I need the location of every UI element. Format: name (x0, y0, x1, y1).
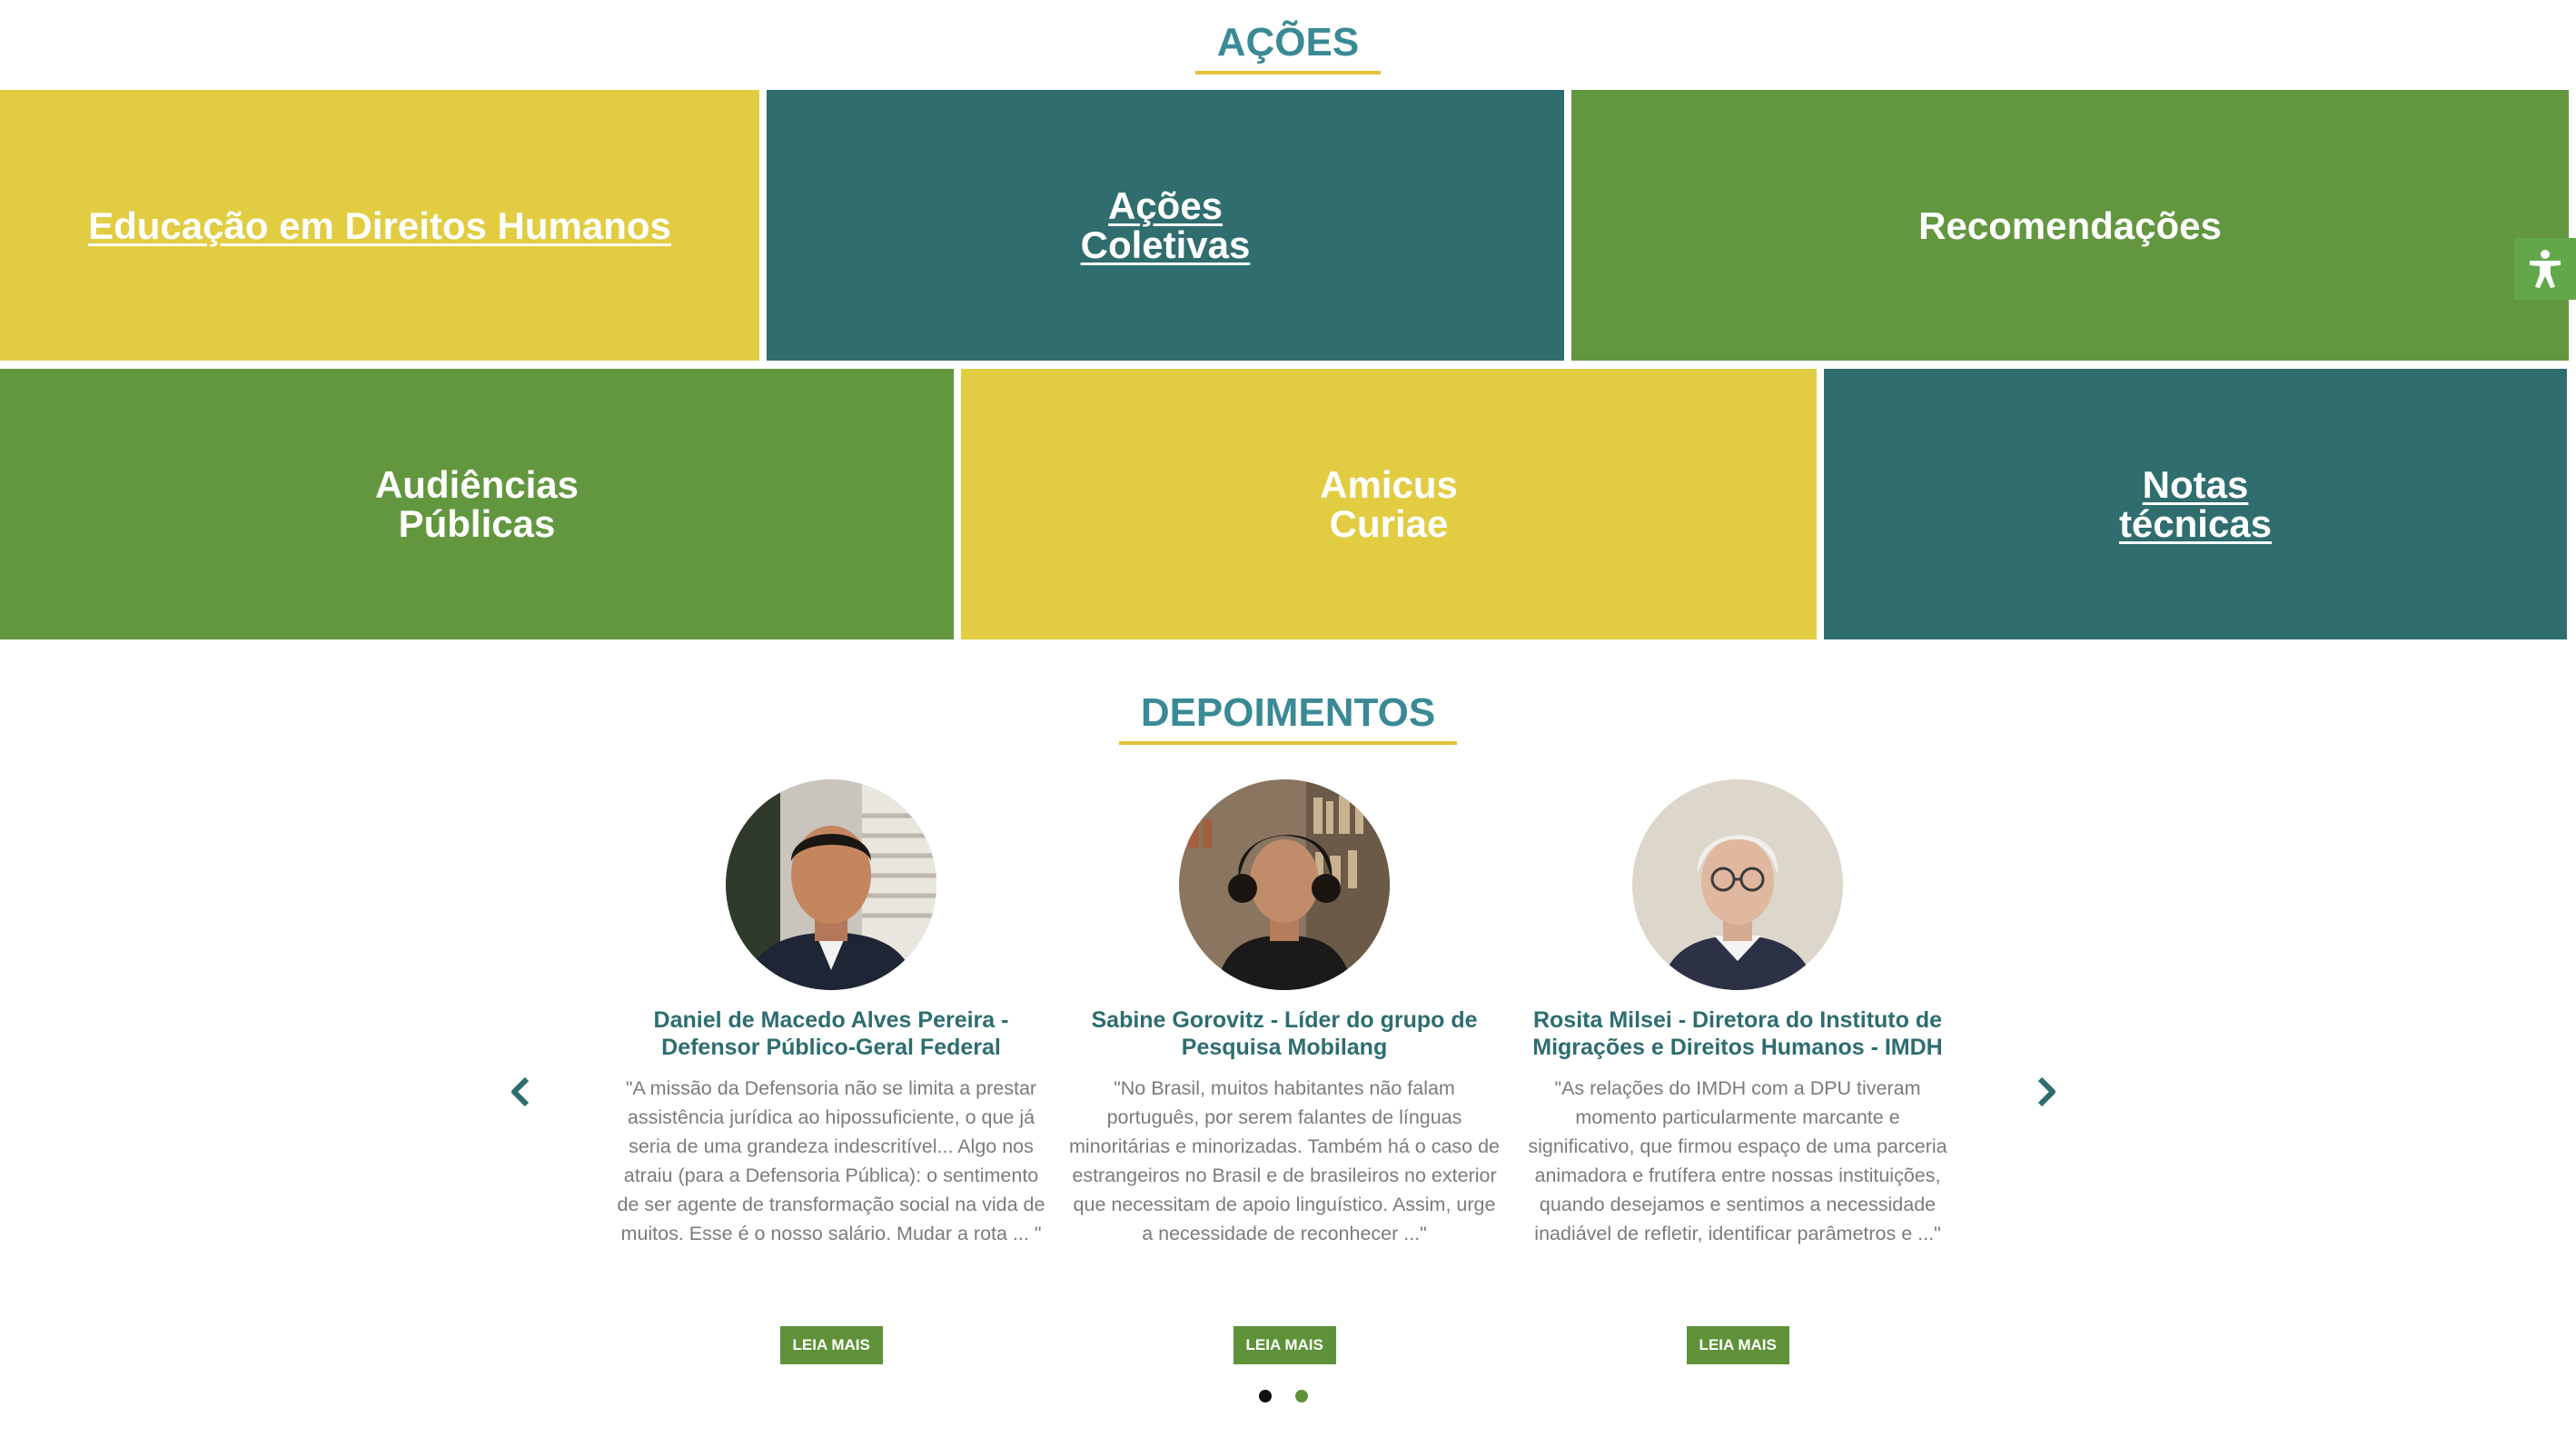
testimonial-quote: "As relações do IMDH com a DPU tiveram m… (1528, 1077, 1947, 1244)
tile-recomendacoes[interactable]: Recomendações (1571, 90, 2569, 361)
tile-educacao-direitos-humanos[interactable]: Educação em Direitos Humanos (0, 90, 759, 361)
carousel-dot-2[interactable] (1295, 1390, 1308, 1402)
tile-label[interactable]: Notas técnicas (2119, 465, 2272, 543)
tile-audiencias-publicas[interactable]: Audiências Públicas (0, 369, 954, 639)
avatar (726, 779, 936, 990)
tile-acoes-coletivas[interactable]: Ações Coletivas (767, 90, 1564, 361)
portrait-photo (1179, 779, 1390, 990)
tile-label[interactable]: Ações Coletivas (1081, 186, 1251, 264)
chevron-left-icon[interactable] (507, 1075, 534, 1108)
leia-mais-button[interactable]: LEIA MAIS (1686, 1326, 1789, 1364)
tile-label[interactable]: Amicus Curiae (1320, 465, 1458, 543)
portrait-photo (1632, 779, 1843, 990)
testimonial-name: Sabine Gorovitz - Líder do grupo de Pesq… (1091, 1007, 1478, 1060)
carousel-dot-1[interactable] (1259, 1390, 1272, 1402)
accessibility-icon (2530, 250, 2561, 288)
tile-label[interactable]: Audiências Públicas (375, 465, 579, 543)
tile-label[interactable]: Educação em Direitos Humanos (88, 206, 671, 245)
tile-label[interactable]: Recomendações (1918, 206, 2222, 245)
tile-notas-tecnicas[interactable]: Notas técnicas (1824, 369, 2567, 639)
avatar (1632, 779, 1843, 990)
portrait-photo (726, 779, 936, 990)
leia-mais-button[interactable]: LEIA MAIS (779, 1326, 883, 1364)
testimonial-quote: "No Brasil, muitos habitantes não falam … (1068, 1077, 1501, 1244)
leia-mais-button[interactable]: LEIA MAIS (1233, 1326, 1336, 1364)
acoes-section-title: AÇÕES (0, 20, 2576, 74)
depoimentos-section-title: DEPOIMENTOS (0, 690, 2576, 745)
tile-amicus-curiae[interactable]: Amicus Curiae (961, 369, 1817, 639)
avatar (1179, 779, 1390, 990)
accessibility-button[interactable] (2514, 238, 2576, 300)
acoes-heading: AÇÕES (1194, 20, 1382, 74)
testimonial-quote: "A missão da Defensoria não se limita a … (617, 1077, 1045, 1244)
testimonial-name: Daniel de Macedo Alves Pereira - Defenso… (653, 1007, 1009, 1060)
testimonial-name: Rosita Milsei - Diretora do Instituto de… (1532, 1007, 1943, 1060)
chevron-right-icon[interactable] (2033, 1075, 2060, 1108)
depoimentos-heading: DEPOIMENTOS (1118, 690, 1458, 745)
